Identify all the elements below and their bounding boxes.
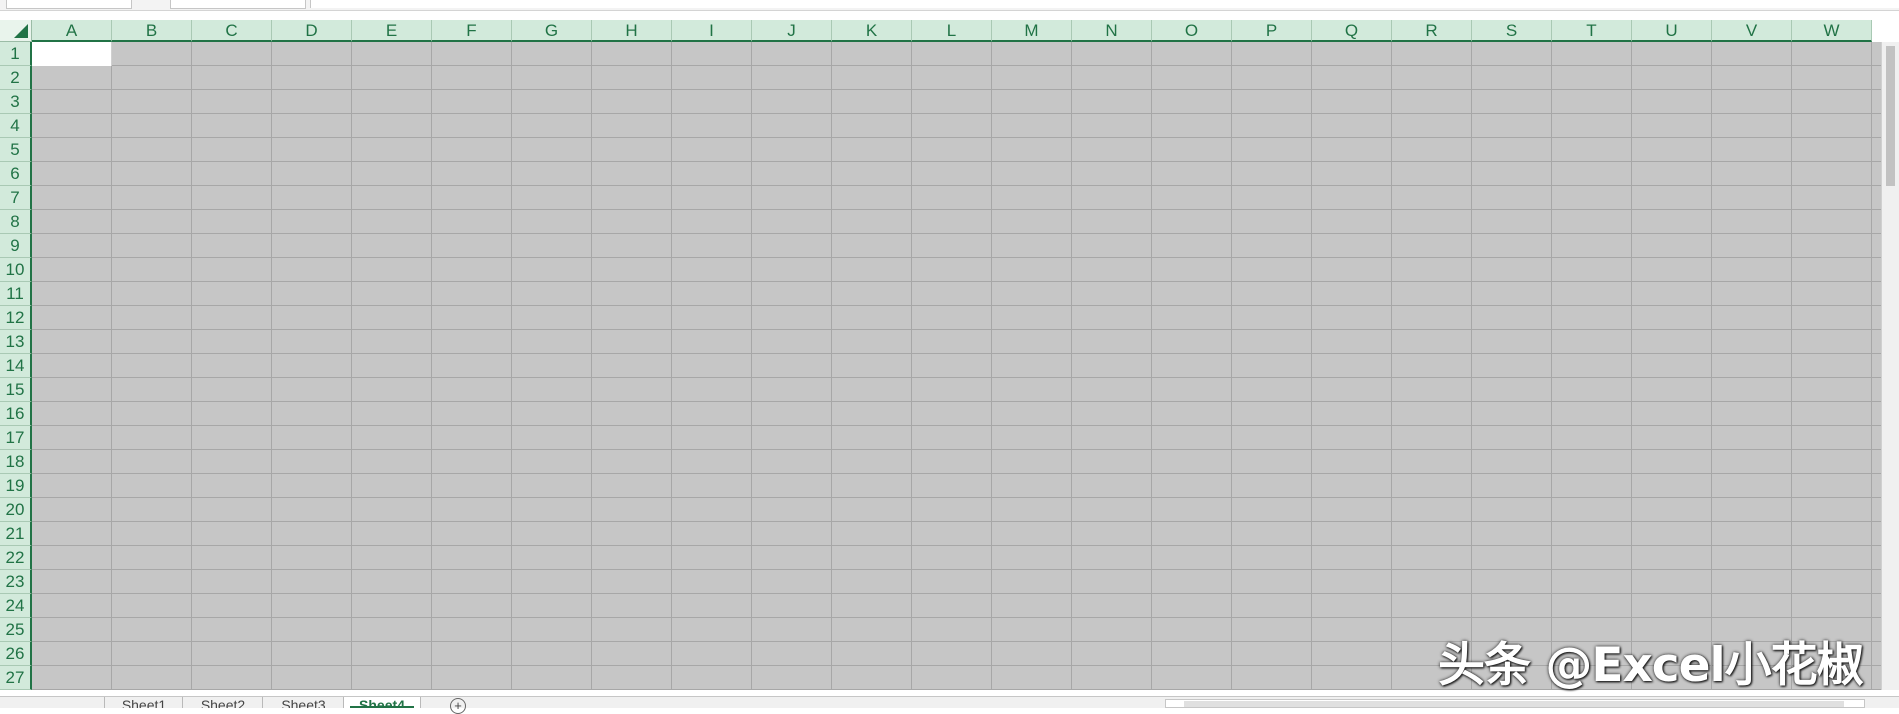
column-header-r[interactable]: R bbox=[1392, 20, 1472, 42]
column-header-j[interactable]: J bbox=[752, 20, 832, 42]
column-header-h[interactable]: H bbox=[592, 20, 672, 42]
select-all-button[interactable] bbox=[0, 20, 32, 42]
column-header-o[interactable]: O bbox=[1152, 20, 1232, 42]
row-header-2[interactable]: 2 bbox=[0, 66, 32, 90]
select-all-icon bbox=[14, 24, 28, 38]
column-header-p[interactable]: P bbox=[1232, 20, 1312, 42]
vertical-scrollbar[interactable] bbox=[1881, 42, 1899, 690]
vertical-scroll-thumb[interactable] bbox=[1886, 46, 1895, 186]
sheet-tab-4[interactable]: Sheet4 bbox=[343, 697, 421, 708]
row-header-16[interactable]: 16 bbox=[0, 402, 32, 426]
row-header-11[interactable]: 11 bbox=[0, 282, 32, 306]
name-box[interactable] bbox=[6, 0, 132, 9]
column-header-n[interactable]: N bbox=[1072, 20, 1152, 42]
formula-input[interactable] bbox=[310, 0, 1899, 8]
row-header-20[interactable]: 20 bbox=[0, 498, 32, 522]
column-header-b[interactable]: B bbox=[112, 20, 192, 42]
column-header-u[interactable]: U bbox=[1632, 20, 1712, 42]
horizontal-scroll-thumb[interactable] bbox=[1184, 701, 1844, 707]
sheet-tab-2[interactable]: Sheet2 bbox=[182, 697, 263, 708]
column-header-w[interactable]: W bbox=[1792, 20, 1872, 42]
column-header-t[interactable]: T bbox=[1552, 20, 1632, 42]
row-header-7[interactable]: 7 bbox=[0, 186, 32, 210]
row-header-18[interactable]: 18 bbox=[0, 450, 32, 474]
row-header-19[interactable]: 19 bbox=[0, 474, 32, 498]
add-sheet-icon[interactable]: + bbox=[450, 698, 466, 714]
row-header-13[interactable]: 13 bbox=[0, 330, 32, 354]
formula-bar bbox=[0, 0, 1899, 11]
column-header-k[interactable]: K bbox=[832, 20, 912, 42]
column-header-e[interactable]: E bbox=[352, 20, 432, 42]
row-header-15[interactable]: 15 bbox=[0, 378, 32, 402]
formula-controls[interactable] bbox=[170, 0, 306, 9]
column-header-s[interactable]: S bbox=[1472, 20, 1552, 42]
sheet-tab-3[interactable]: Sheet3 bbox=[262, 697, 344, 708]
column-header-q[interactable]: Q bbox=[1312, 20, 1392, 42]
row-header-12[interactable]: 12 bbox=[0, 306, 32, 330]
watermark: 头条 @Excel小花椒 bbox=[1438, 638, 1864, 693]
row-header-8[interactable]: 8 bbox=[0, 210, 32, 234]
column-header-a[interactable]: A bbox=[32, 20, 112, 42]
row-header-9[interactable]: 9 bbox=[0, 234, 32, 258]
column-header-l[interactable]: L bbox=[912, 20, 992, 42]
row-header-10[interactable]: 10 bbox=[0, 258, 32, 282]
row-header-26[interactable]: 26 bbox=[0, 642, 32, 666]
row-header-6[interactable]: 6 bbox=[0, 162, 32, 186]
row-headers: 1 2 3 4 5 6 7 8 9 10 11 12 13 14 15 16 17 18 19 20 21 22 23 24 2… bbox=[0, 42, 32, 690]
row-header-3[interactable]: 3 bbox=[0, 90, 32, 114]
row-header-27[interactable]: 27 bbox=[0, 666, 32, 690]
sheet-tab-1[interactable]: Sheet1 bbox=[104, 697, 183, 708]
column-header-g[interactable]: G bbox=[512, 20, 592, 42]
row-header-23[interactable]: 23 bbox=[0, 570, 32, 594]
column-header-i[interactable]: I bbox=[672, 20, 752, 42]
column-header-c[interactable]: C bbox=[192, 20, 272, 42]
column-header-m[interactable]: M bbox=[992, 20, 1072, 42]
active-cell-a1[interactable] bbox=[32, 42, 112, 66]
row-header-24[interactable]: 24 bbox=[0, 594, 32, 618]
column-header-d[interactable]: D bbox=[272, 20, 352, 42]
row-header-5[interactable]: 5 bbox=[0, 138, 32, 162]
row-header-17[interactable]: 17 bbox=[0, 426, 32, 450]
row-header-4[interactable]: 4 bbox=[0, 114, 32, 138]
column-headers: ABCDEFGHIJKLMNOPQRSTUVW bbox=[32, 20, 1872, 42]
row-header-1[interactable]: 1 bbox=[0, 42, 32, 66]
row-header-25[interactable]: 25 bbox=[0, 618, 32, 642]
row-header-22[interactable]: 22 bbox=[0, 546, 32, 570]
row-header-21[interactable]: 21 bbox=[0, 522, 32, 546]
column-header-v[interactable]: V bbox=[1712, 20, 1792, 42]
sheet-tab-bar: Sheet1 Sheet2 Sheet3 Sheet4 + bbox=[0, 696, 1899, 714]
row-header-14[interactable]: 14 bbox=[0, 354, 32, 378]
cell-area[interactable] bbox=[32, 42, 1899, 690]
column-header-f[interactable]: F bbox=[432, 20, 512, 42]
